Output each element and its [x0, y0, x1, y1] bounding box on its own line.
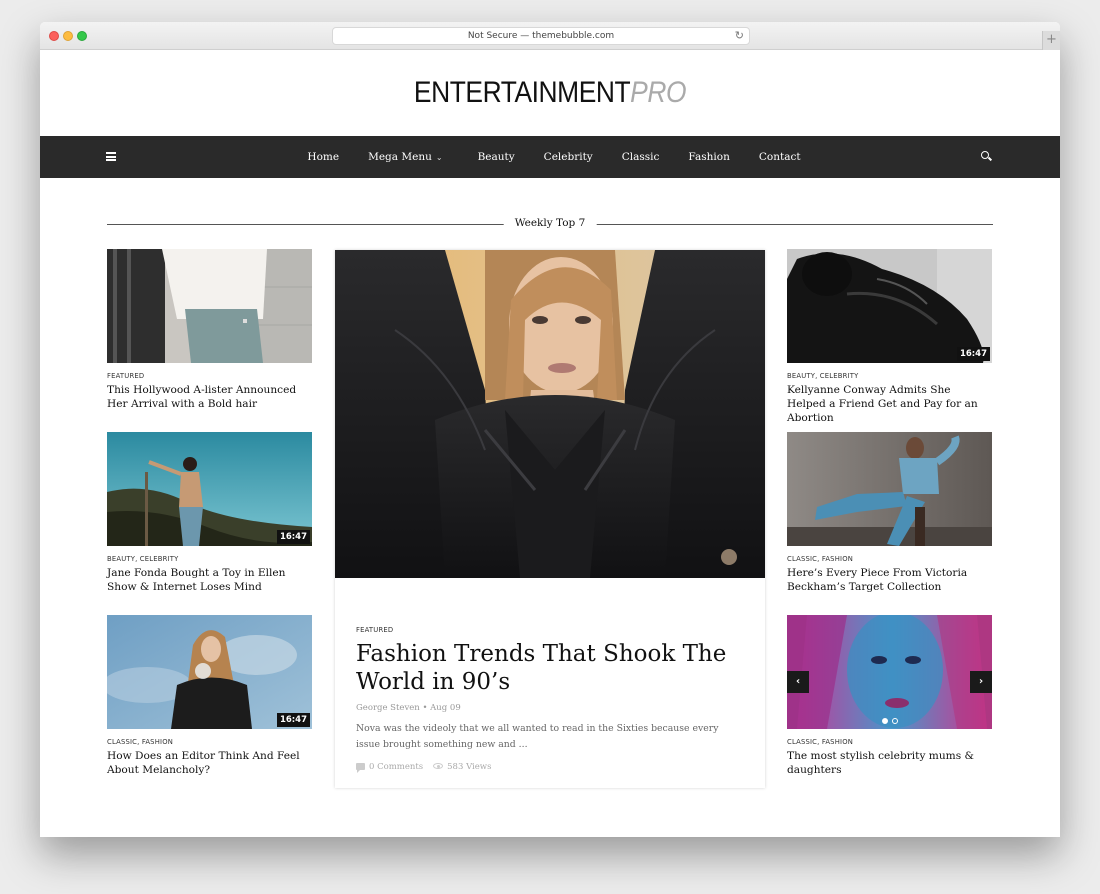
featured-image	[335, 250, 765, 578]
featured-post[interactable]: FEATURED Fashion Trends That Shook The W…	[335, 250, 765, 788]
nav-item-label: Mega Menu	[368, 151, 432, 163]
comments-count[interactable]: 0 Comments	[356, 762, 424, 773]
post-thumbnail[interactable]	[107, 249, 312, 363]
browser-titlebar: Not Secure — themebubble.com ↻ +	[40, 22, 1060, 50]
logo-main-text: ENTERTAINMENT	[413, 76, 631, 109]
post-image	[107, 249, 312, 363]
video-duration-badge: 16:47	[276, 713, 310, 727]
close-window-button[interactable]	[49, 31, 59, 41]
post-meta: George Steven • Aug 09	[356, 703, 461, 713]
post-category[interactable]: CLASSIC, FASHION	[107, 738, 312, 746]
plus-icon: +	[1046, 32, 1057, 47]
post-title[interactable]: How Does an Editor Think And Feel About …	[107, 749, 312, 777]
featured-title[interactable]: Fashion Trends That Shook The World in 9…	[356, 640, 744, 696]
slider-dots	[787, 718, 992, 724]
nav-item-mega-menu[interactable]: Mega Menu ⌄	[368, 151, 442, 163]
post-title[interactable]: Here’s Every Piece From Victoria Beckham…	[787, 566, 992, 594]
address-text: Not Secure — themebubble.com	[467, 31, 615, 41]
post-slider[interactable]: ‹ ›	[787, 615, 992, 729]
post-title[interactable]: Kellyanne Conway Admits She Helped a Fri…	[787, 383, 992, 425]
post-stats: 0 Comments 583 Views	[356, 762, 744, 773]
search-icon[interactable]	[981, 151, 991, 163]
post-category[interactable]: FEATURED	[107, 372, 312, 380]
new-tab-button[interactable]: +	[1042, 31, 1060, 50]
video-duration-badge: 16:47	[956, 347, 990, 361]
featured-thumbnail[interactable]	[335, 250, 765, 578]
post-image	[107, 615, 312, 729]
section-title: Weekly Top 7	[503, 217, 597, 229]
nav-item-contact[interactable]: Contact	[759, 151, 801, 163]
zoom-window-button[interactable]	[77, 31, 87, 41]
nav-item-home[interactable]: Home	[307, 151, 339, 163]
chevron-down-icon: ⌄	[435, 153, 443, 162]
post-thumbnail[interactable]: 16:47	[107, 432, 312, 546]
site-logo[interactable]: ENTERTAINMENT PRO	[101, 50, 999, 136]
nav-menu: Home Mega Menu ⌄ Beauty Celebrity Classic…	[40, 136, 1060, 178]
eye-icon	[433, 763, 444, 769]
post-category[interactable]: CLASSIC, FASHION	[787, 738, 992, 746]
section-heading: Weekly Top 7	[107, 217, 993, 231]
reload-icon[interactable]: ↻	[735, 28, 744, 44]
slider-next-button[interactable]: ›	[970, 671, 992, 693]
post-card[interactable]: 16:47 BEAUTY, CELEBRITY Jane Fonda Bough…	[107, 432, 312, 594]
post-image	[787, 615, 992, 729]
post-thumbnail[interactable]	[787, 432, 992, 546]
views-label: 583 Views	[447, 762, 492, 772]
minimize-window-button[interactable]	[63, 31, 73, 41]
main-navigation: Home Mega Menu ⌄ Beauty Celebrity Classic…	[40, 136, 1060, 178]
post-title[interactable]: Jane Fonda Bought a Toy in Ellen Show & …	[107, 566, 312, 594]
nav-item-fashion[interactable]: Fashion	[688, 151, 729, 163]
nav-item-celebrity[interactable]: Celebrity	[544, 151, 593, 163]
post-category[interactable]: FEATURED	[356, 626, 744, 634]
post-title[interactable]: The most stylish celebrity mums & daught…	[787, 749, 992, 777]
post-thumbnail[interactable]: 16:47	[787, 249, 992, 363]
post-image	[787, 432, 992, 546]
post-category[interactable]: BEAUTY, CELEBRITY	[107, 555, 312, 563]
post-image	[787, 249, 992, 363]
post-thumbnail[interactable]: 16:47	[107, 615, 312, 729]
featured-body: FEATURED Fashion Trends That Shook The W…	[335, 626, 765, 773]
address-bar[interactable]: Not Secure — themebubble.com ↻	[332, 27, 750, 45]
logo-accent-text: PRO	[630, 76, 687, 109]
slider-prev-button[interactable]: ‹	[787, 671, 809, 693]
comments-label: 0 Comments	[369, 762, 424, 772]
post-card[interactable]: 16:47 BEAUTY, CELEBRITY Kellyanne Conway…	[787, 249, 992, 425]
browser-window: Not Secure — themebubble.com ↻ + ENTERTA…	[40, 22, 1060, 837]
comment-icon	[356, 763, 365, 773]
post-category[interactable]: CLASSIC, FASHION	[787, 555, 992, 563]
post-card[interactable]: CLASSIC, FASHION Here’s Every Piece From…	[787, 432, 992, 594]
post-excerpt: Nova was the videoly that we all wanted …	[356, 723, 719, 750]
post-category[interactable]: BEAUTY, CELEBRITY	[787, 372, 992, 380]
nav-item-classic[interactable]: Classic	[622, 151, 660, 163]
post-card[interactable]: 16:47 CLASSIC, FASHION How Does an Edito…	[107, 615, 312, 777]
post-slider-card[interactable]: ‹ › CLASSIC, FASHION The most stylish ce…	[787, 615, 992, 777]
views-count: 583 Views	[433, 762, 491, 772]
slider-dot-1[interactable]	[881, 718, 888, 724]
post-title[interactable]: This Hollywood A-lister Announced Her Ar…	[107, 383, 312, 411]
video-duration-badge: 16:47	[276, 530, 310, 544]
nav-item-beauty[interactable]: Beauty	[478, 151, 515, 163]
post-card[interactable]: FEATURED This Hollywood A-lister Announc…	[107, 249, 312, 411]
slider-dot-2[interactable]	[891, 718, 898, 724]
post-image	[107, 432, 312, 546]
